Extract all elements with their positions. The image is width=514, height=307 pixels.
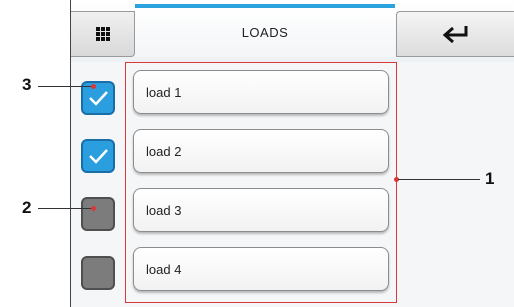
grid-icon bbox=[95, 27, 110, 41]
callout-2-line bbox=[38, 208, 93, 209]
callout-3-line bbox=[38, 86, 93, 87]
return-arrow-icon bbox=[442, 26, 467, 44]
callout-2-dot bbox=[91, 206, 96, 211]
back-button[interactable] bbox=[396, 11, 514, 57]
checkmark-icon bbox=[89, 149, 108, 164]
callout-1-line bbox=[398, 179, 480, 180]
callout-3: 3 bbox=[22, 75, 32, 94]
checkmark-icon bbox=[89, 91, 108, 106]
load-2-checkbox[interactable] bbox=[81, 139, 115, 173]
load-4-button[interactable]: load 4 bbox=[133, 247, 389, 291]
page-title: LOADS bbox=[135, 4, 395, 57]
load-1-button[interactable]: load 1 bbox=[133, 70, 389, 114]
menu-button[interactable] bbox=[71, 11, 135, 57]
load-4-checkbox[interactable] bbox=[81, 256, 115, 290]
load-2-button[interactable]: load 2 bbox=[133, 129, 389, 173]
callout-3-dot bbox=[91, 84, 96, 89]
callout-2: 2 bbox=[22, 198, 32, 217]
callout-1: 1 bbox=[485, 169, 495, 188]
load-3-button[interactable]: load 3 bbox=[133, 188, 389, 232]
top-bar: LOADS bbox=[71, 0, 514, 62]
load-3-checkbox[interactable] bbox=[81, 197, 115, 231]
